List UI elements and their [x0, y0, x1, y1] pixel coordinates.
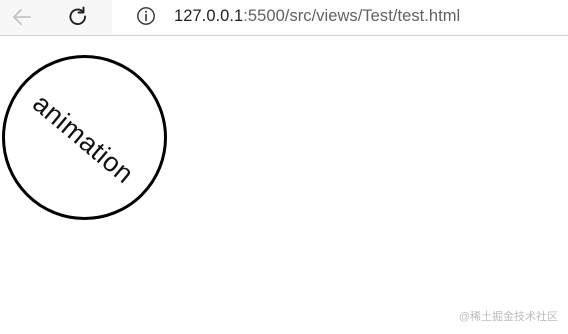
url-host: 127.0.0.1 — [174, 7, 244, 25]
back-button[interactable] — [6, 2, 38, 32]
url-path: :5500/src/views/Test/test.html — [243, 7, 461, 25]
address-bar[interactable]: 127.0.0.1:5500/src/views/Test/test.html — [112, 0, 568, 34]
arrow-left-icon — [13, 9, 31, 25]
watermark: @稀土掘金技术社区 — [458, 311, 558, 323]
browser-toolbar: 127.0.0.1:5500/src/views/Test/test.html — [0, 0, 568, 36]
url-text[interactable]: 127.0.0.1:5500/src/views/Test/test.html — [174, 6, 460, 26]
reload-icon — [69, 6, 86, 25]
reload-button[interactable] — [62, 2, 94, 32]
info-icon[interactable] — [136, 6, 156, 26]
page-content: animation @稀土掘金技术社区 — [0, 37, 568, 334]
